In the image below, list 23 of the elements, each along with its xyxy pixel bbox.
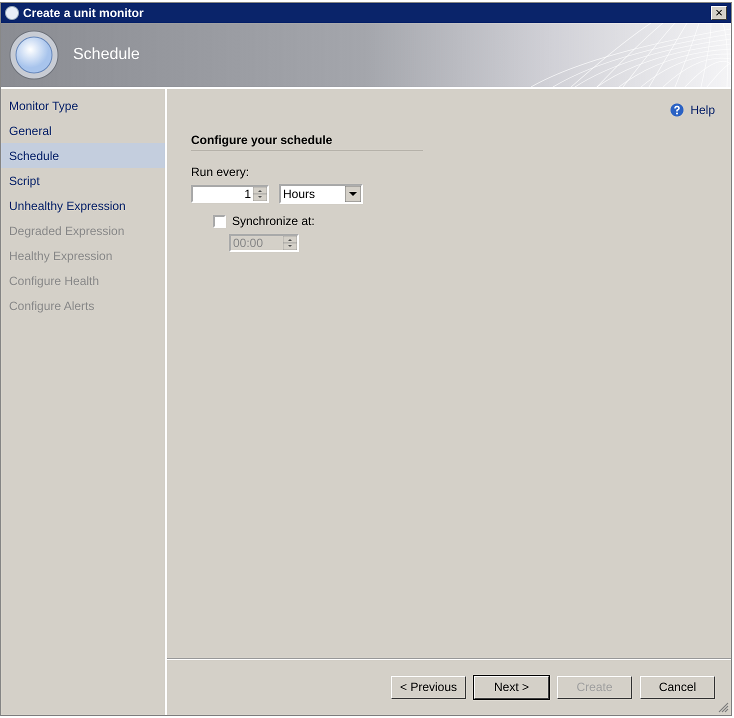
sidebar-item[interactable]: General (1, 118, 165, 143)
unit-dropdown[interactable]: Hours (279, 184, 363, 204)
sidebar-item[interactable]: Schedule (1, 143, 165, 168)
spin-arrows-icon[interactable] (253, 187, 267, 201)
sidebar-item[interactable]: Script (1, 168, 165, 193)
wizard-button[interactable]: Cancel (640, 676, 715, 698)
interval-spinbox[interactable]: 1 (191, 185, 269, 203)
close-button[interactable]: × (711, 6, 727, 20)
wizard-button[interactable]: Next > (474, 676, 549, 698)
checkbox-label: Synchronize at: (232, 214, 315, 228)
resize-grip-icon[interactable] (717, 701, 729, 713)
field-label: Run every: (191, 165, 250, 179)
sidebar-item[interactable]: Monitor Type (1, 93, 165, 118)
wizard-button[interactable]: < Previous (391, 676, 466, 698)
orb-icon (5, 6, 19, 20)
sidebar-item[interactable]: Unhealthy Expression (1, 193, 165, 218)
dropdown-arrow-icon (345, 186, 361, 202)
help-icon (670, 103, 684, 117)
section-title: Configure your schedule (191, 133, 423, 151)
page-title: Schedule (73, 46, 140, 64)
orb-icon (9, 30, 59, 80)
help-link[interactable]: Help (670, 103, 715, 117)
window-title: Create a unit monitor (23, 6, 145, 20)
